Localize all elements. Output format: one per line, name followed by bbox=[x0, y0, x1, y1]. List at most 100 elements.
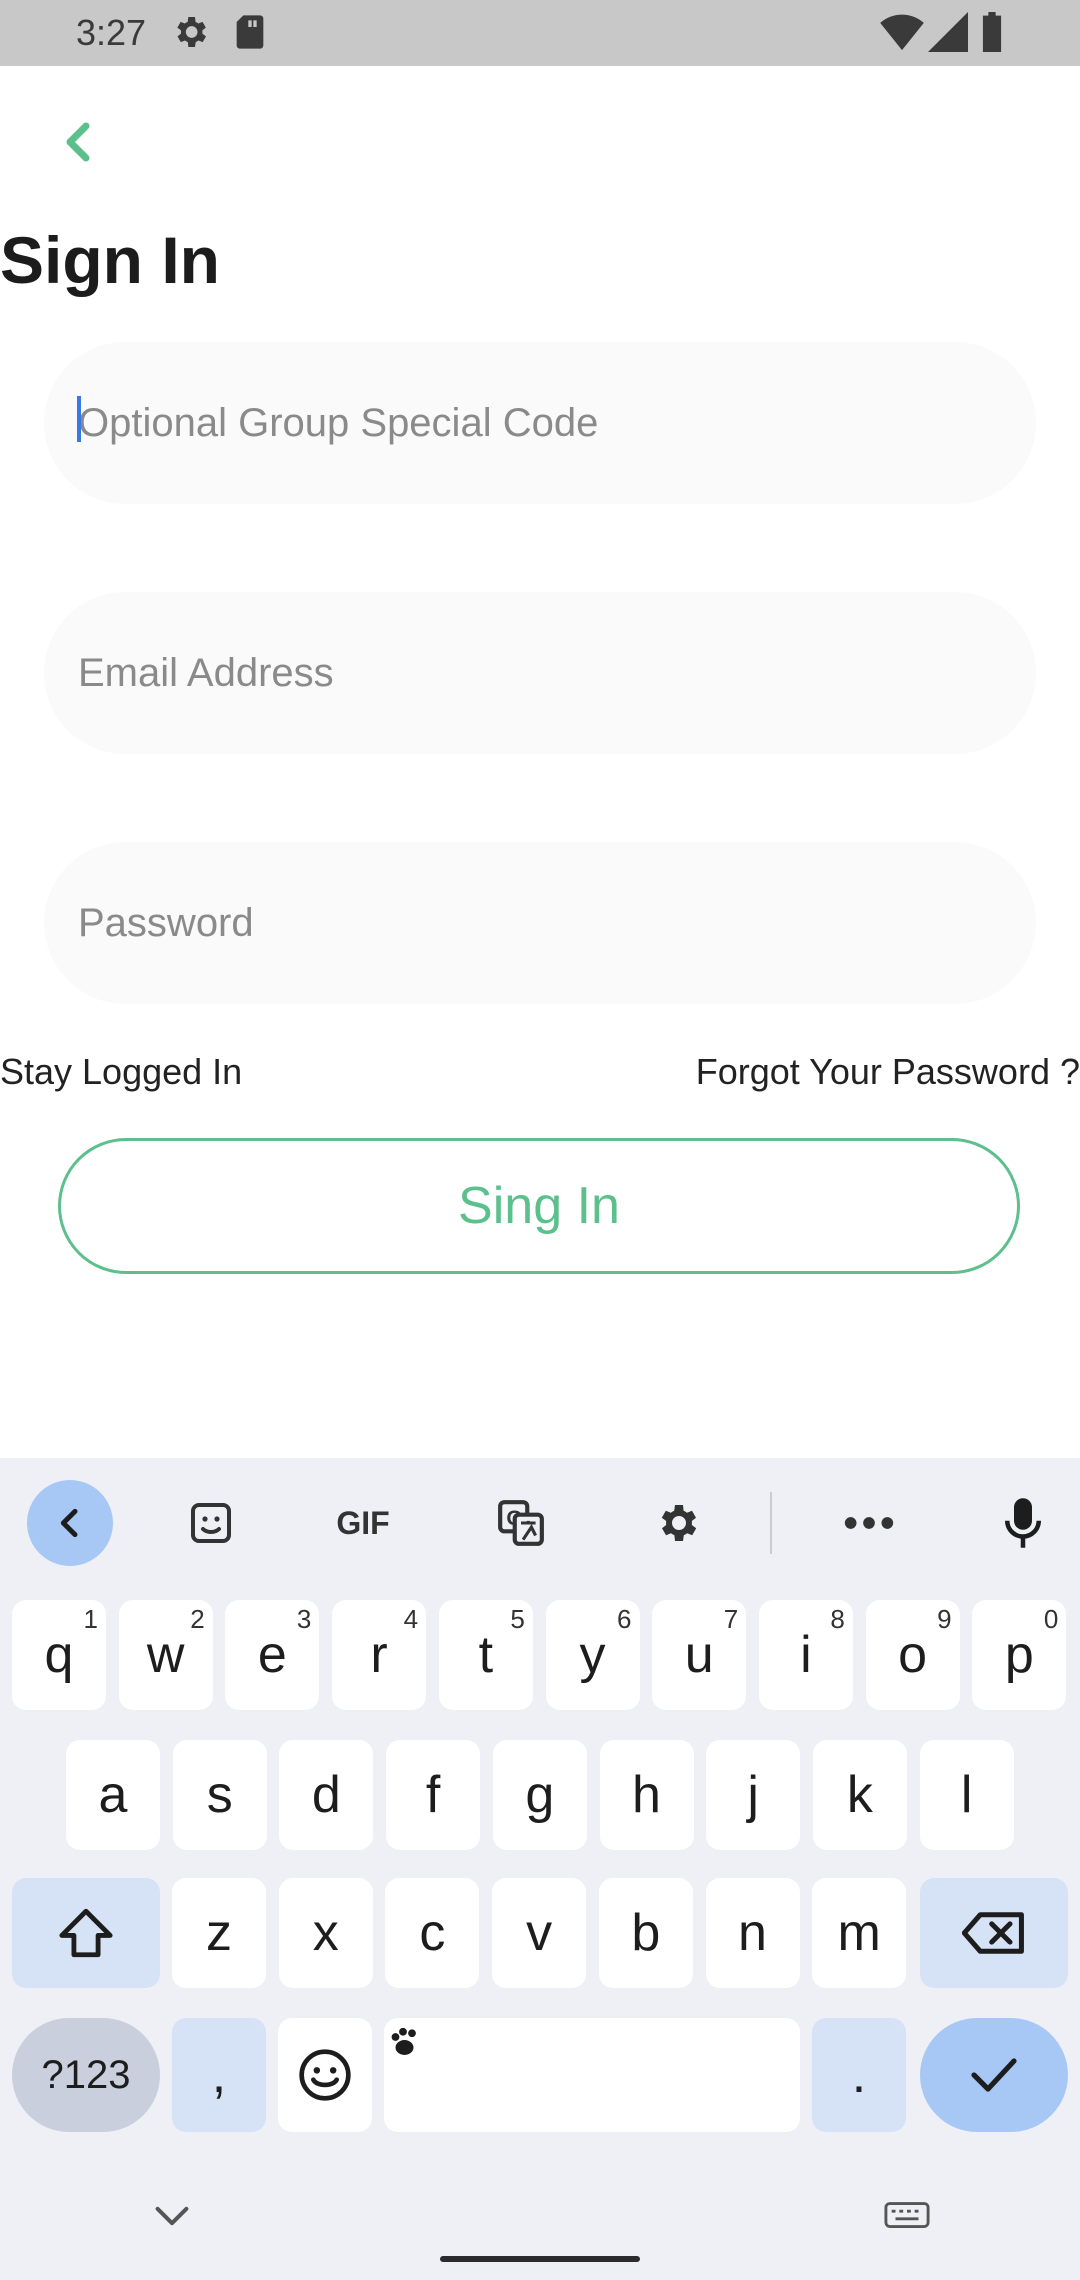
key-o[interactable]: o9 bbox=[865, 1600, 960, 1710]
key-label: x bbox=[312, 1904, 339, 1962]
keyboard-icon bbox=[884, 2202, 930, 2228]
key-label: s bbox=[206, 1766, 233, 1824]
key-label: m bbox=[837, 1904, 881, 1962]
key-h[interactable]: h bbox=[599, 1740, 694, 1850]
key-r[interactable]: r4 bbox=[332, 1600, 427, 1710]
home-indicator[interactable] bbox=[440, 2256, 640, 2262]
key-d[interactable]: d bbox=[279, 1740, 374, 1850]
chevron-down-icon bbox=[155, 2206, 189, 2226]
key-number-hint: 9 bbox=[937, 1604, 952, 1634]
keyboard-switch-button[interactable] bbox=[884, 2200, 930, 2235]
forgot-password-link[interactable]: Forgot Your Password ? bbox=[696, 1050, 1080, 1094]
back-button[interactable] bbox=[48, 112, 108, 172]
keyboard-settings-button[interactable] bbox=[634, 1480, 720, 1566]
key-q[interactable]: q1 bbox=[12, 1600, 106, 1710]
key-number-hint: 8 bbox=[830, 1604, 845, 1634]
battery-icon bbox=[980, 12, 1004, 57]
more-icon bbox=[844, 1517, 894, 1529]
paw-icon bbox=[391, 2027, 416, 2055]
keyboard-collapse-button[interactable] bbox=[27, 1480, 113, 1566]
email-input[interactable] bbox=[44, 592, 1036, 754]
key-p[interactable]: p0 bbox=[972, 1600, 1067, 1710]
key-e[interactable]: e3 bbox=[225, 1600, 320, 1710]
settings-icon bbox=[661, 1505, 697, 1541]
password-field[interactable] bbox=[44, 842, 1036, 1004]
signal-icon bbox=[928, 12, 968, 57]
key-t[interactable]: t5 bbox=[438, 1600, 533, 1710]
key-w[interactable]: w2 bbox=[118, 1600, 213, 1710]
key-n[interactable]: n bbox=[705, 1878, 800, 1988]
sign-in-button[interactable]: Sing In bbox=[58, 1138, 1020, 1274]
key-g[interactable]: g bbox=[492, 1740, 587, 1850]
key-z[interactable]: z bbox=[172, 1878, 266, 1988]
key-label: n bbox=[738, 1904, 767, 1962]
key-b[interactable]: b bbox=[598, 1878, 693, 1988]
key-number-hint: 6 bbox=[617, 1604, 632, 1634]
comma-key[interactable]: , bbox=[172, 2018, 266, 2132]
space-key[interactable] bbox=[384, 2018, 800, 2132]
key-number-hint: 1 bbox=[83, 1604, 98, 1634]
period-key[interactable]: . bbox=[812, 2018, 906, 2132]
email-field[interactable] bbox=[44, 592, 1036, 754]
key-s[interactable]: s bbox=[172, 1740, 267, 1850]
group-code-input[interactable] bbox=[44, 342, 1036, 504]
key-f[interactable]: f bbox=[386, 1740, 481, 1850]
translate-button[interactable]: G bbox=[478, 1480, 564, 1566]
backspace-icon bbox=[962, 1912, 1024, 1954]
more-button[interactable] bbox=[826, 1480, 912, 1566]
key-v[interactable]: v bbox=[492, 1878, 587, 1988]
key-label: i bbox=[800, 1626, 812, 1684]
text-caret bbox=[77, 396, 81, 442]
key-label: h bbox=[632, 1766, 661, 1824]
key-a[interactable]: a bbox=[66, 1740, 160, 1850]
key-label: v bbox=[526, 1904, 553, 1962]
toolbar-divider bbox=[770, 1492, 772, 1554]
symbols-key[interactable]: ?123 bbox=[12, 2018, 160, 2132]
key-label: a bbox=[98, 1766, 128, 1824]
key-number-hint: 3 bbox=[296, 1604, 312, 1634]
key-i[interactable]: i8 bbox=[758, 1600, 853, 1710]
stay-logged-in-toggle[interactable]: Stay Logged In bbox=[0, 1050, 242, 1094]
key-y[interactable]: y6 bbox=[545, 1600, 640, 1710]
sticker-button[interactable] bbox=[168, 1480, 254, 1566]
key-x[interactable]: x bbox=[278, 1878, 373, 1988]
key-u[interactable]: u7 bbox=[652, 1600, 747, 1710]
emoji-icon bbox=[299, 2049, 351, 2101]
chevron-left-icon bbox=[66, 122, 90, 162]
mic-icon bbox=[1005, 1498, 1041, 1548]
emoji-key[interactable] bbox=[278, 2018, 372, 2132]
hide-keyboard-button[interactable] bbox=[154, 2204, 190, 2233]
voice-input-button[interactable] bbox=[980, 1480, 1066, 1566]
key-label: w bbox=[146, 1626, 185, 1684]
key-k[interactable]: k bbox=[812, 1740, 907, 1850]
enter-key[interactable] bbox=[920, 2018, 1068, 2132]
key-label: j bbox=[747, 1766, 759, 1824]
key-j[interactable]: j bbox=[706, 1740, 801, 1850]
keyboard bbox=[0, 1458, 1080, 2280]
sticker-icon bbox=[191, 1503, 231, 1543]
key-number-hint: 0 bbox=[1043, 1604, 1059, 1634]
key-label: y bbox=[579, 1626, 606, 1684]
key-label: g bbox=[525, 1766, 555, 1824]
key-l[interactable]: l bbox=[919, 1740, 1014, 1850]
key-label: u bbox=[684, 1626, 714, 1684]
key-number-hint: 4 bbox=[403, 1604, 419, 1634]
key-label: p bbox=[1004, 1626, 1034, 1684]
status-time: 3:27 bbox=[76, 12, 147, 53]
gif-button[interactable]: GIF bbox=[320, 1480, 406, 1566]
shift-icon bbox=[59, 1908, 113, 1958]
key-label: l bbox=[960, 1766, 973, 1824]
page-title: Sign In bbox=[0, 223, 220, 297]
back-icon bbox=[60, 1508, 78, 1538]
key-label: o bbox=[898, 1626, 928, 1684]
checkmark-icon bbox=[971, 2058, 1017, 2092]
group-code-field[interactable] bbox=[44, 342, 1036, 504]
key-c[interactable]: c bbox=[385, 1878, 480, 1988]
key-label: f bbox=[425, 1766, 441, 1824]
key-label: k bbox=[846, 1766, 873, 1824]
translate-icon: G bbox=[498, 1500, 544, 1546]
shift-key[interactable] bbox=[12, 1878, 160, 1988]
backspace-key[interactable] bbox=[920, 1878, 1068, 1988]
password-input[interactable] bbox=[44, 842, 1036, 1004]
key-m[interactable]: m bbox=[812, 1878, 907, 1988]
